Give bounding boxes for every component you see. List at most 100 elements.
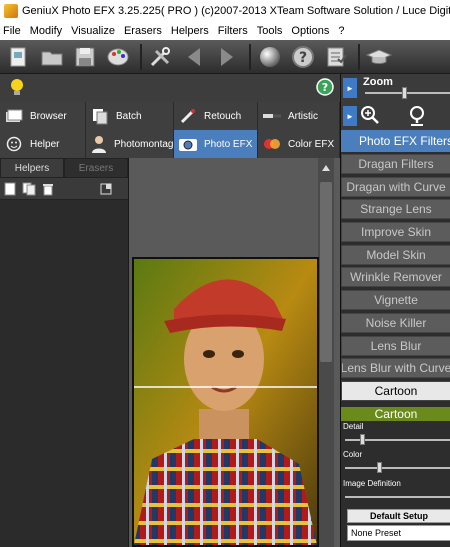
menu-helpers[interactable]: Helpers <box>171 25 209 37</box>
filter-noise-killer[interactable]: Noise Killer <box>341 312 450 333</box>
menu-modify[interactable]: Modify <box>30 25 62 37</box>
arrow-right-icon[interactable] <box>212 43 242 71</box>
filter-lens-blur-with-curve[interactable]: Lens Blur with Curve <box>341 358 450 379</box>
zoom-out-icon[interactable] <box>407 105 427 130</box>
menu-help[interactable]: ? <box>338 25 344 37</box>
help-green-icon[interactable]: ? <box>316 78 334 99</box>
main-toolbar: ? <box>0 40 450 74</box>
filter-wrinkle-remover[interactable]: Wrinkle Remover <box>341 267 450 288</box>
smiley-icon <box>4 134 24 154</box>
filters-header: Photo EFX Filters <box>341 130 450 152</box>
detail-label: Detail <box>343 422 364 431</box>
tab-browser[interactable]: Browser <box>0 102 86 130</box>
app-logo-icon <box>4 4 18 18</box>
scroll-up-icon[interactable] <box>322 162 330 174</box>
menu-options[interactable]: Options <box>291 25 329 37</box>
retouch-icon <box>178 106 198 126</box>
tips-row: ? <box>0 74 340 102</box>
menu-tools[interactable]: Tools <box>257 25 283 37</box>
filter-vignette[interactable]: Vignette <box>341 290 450 311</box>
menu-bar: File Modify Visualize Erasers Helpers Fi… <box>0 22 450 40</box>
tab-label: Browser <box>30 110 67 122</box>
menu-erasers[interactable]: Erasers <box>124 25 162 37</box>
tab-batch[interactable]: Batch <box>86 102 174 130</box>
tab-photomontage[interactable]: Photomontage <box>86 130 179 158</box>
tab-label: Artistic <box>288 110 318 122</box>
lightbulb-icon[interactable] <box>9 77 25 100</box>
filter-dragan-filters[interactable]: Dragan Filters <box>341 154 450 174</box>
tab-helpers[interactable]: Helpers <box>0 158 64 178</box>
filter-strange-lens[interactable]: Strange Lens <box>341 199 450 220</box>
zoom-label: Zoom <box>363 76 393 88</box>
filter-dragan-with-curve[interactable]: Dragan with Curve <box>341 176 450 197</box>
helpers-panel: Helpers Erasers <box>0 158 129 547</box>
right-panel: ► ► Zoom Photo EFX Filters Dragan Filter… <box>340 74 450 547</box>
tab-helper[interactable]: Helper <box>0 130 86 158</box>
new-doc-icon[interactable] <box>4 182 16 196</box>
tab-retouch[interactable]: Retouch <box>174 102 258 130</box>
window-title: GeniuX Photo EFX 3.25.225( PRO ) (c)2007… <box>22 5 450 17</box>
mode-tabs-row-1: Browser Batch Retouch Artistic <box>0 102 340 130</box>
checklist-icon[interactable] <box>321 43 351 71</box>
tab-label: Helper <box>30 138 60 150</box>
person-icon <box>90 134 108 154</box>
active-filter-title: Cartoon <box>341 407 450 421</box>
image-definition-slider[interactable] <box>345 496 450 498</box>
tab-label: Color EFX <box>288 138 335 150</box>
toolbar-separator <box>249 43 251 70</box>
zoom-in-icon[interactable] <box>360 105 380 128</box>
svg-text:?: ? <box>299 50 307 66</box>
tab-label: Batch <box>116 110 142 122</box>
tools-icon[interactable] <box>146 43 176 71</box>
zoom-expand-bottom-icon[interactable]: ► <box>343 106 357 126</box>
tab-label: Retouch <box>204 110 242 122</box>
artistic-brush-icon <box>262 106 282 126</box>
tab-color-efx[interactable]: Color EFX <box>258 130 340 158</box>
color-label: Color <box>343 450 363 459</box>
menu-visualize[interactable]: Visualize <box>71 25 115 37</box>
color-slider[interactable] <box>345 467 450 469</box>
filter-model-skin[interactable]: Model Skin <box>341 244 450 265</box>
tab-label: Photomontage <box>114 138 180 150</box>
sphere-icon[interactable] <box>255 43 285 71</box>
menu-file[interactable]: File <box>3 25 21 37</box>
copy-doc-icon[interactable] <box>22 182 36 196</box>
toolbar-separator <box>140 43 142 70</box>
vertical-scrollbar[interactable] <box>318 158 334 547</box>
panel-toggle-icon[interactable] <box>100 183 112 195</box>
save-icon[interactable] <box>70 43 100 71</box>
color-circles-icon <box>262 134 282 154</box>
svg-text:?: ? <box>322 81 328 94</box>
filter-lens-blur[interactable]: Lens Blur <box>341 335 450 356</box>
title-bar: GeniuX Photo EFX 3.25.225( PRO ) (c)2007… <box>0 0 450 22</box>
zoom-expand-top-icon[interactable]: ► <box>343 78 357 98</box>
zoom-slider[interactable] <box>365 92 450 94</box>
toolbar-separator <box>358 43 360 70</box>
scrollbar-thumb[interactable] <box>320 182 332 362</box>
trash-icon[interactable] <box>42 182 54 196</box>
tab-label: Photo EFX <box>204 138 253 150</box>
filter-improve-skin[interactable]: Improve Skin <box>341 222 450 243</box>
color-slider-thumb[interactable] <box>376 462 382 473</box>
new-image-icon[interactable] <box>4 43 34 71</box>
image-definition-label: Image Definition <box>343 479 401 488</box>
browser-icon <box>4 106 24 126</box>
tab-artistic[interactable]: Artistic <box>258 102 340 130</box>
zoom-area: ► ► Zoom <box>341 74 450 130</box>
preset-select[interactable]: None Preset <box>347 525 450 541</box>
filter-cartoon[interactable]: Cartoon <box>341 380 450 401</box>
default-setup-button[interactable]: Default Setup <box>347 509 450 523</box>
graduation-cap-icon[interactable] <box>364 43 394 71</box>
palette-icon[interactable] <box>103 43 133 71</box>
menu-filters[interactable]: Filters <box>218 25 248 37</box>
help-icon[interactable]: ? <box>288 43 318 71</box>
camera-icon <box>178 134 198 154</box>
batch-icon <box>90 106 110 126</box>
zoom-slider-thumb[interactable] <box>401 87 407 99</box>
detail-slider-thumb[interactable] <box>360 434 366 445</box>
tab-photo-efx[interactable]: Photo EFX <box>174 130 258 158</box>
open-folder-icon[interactable] <box>37 43 67 71</box>
mode-tabs-row-2: Helper Photomontage Photo EFX Color EFX <box>0 130 340 158</box>
arrow-left-icon[interactable] <box>179 43 209 71</box>
tab-erasers[interactable]: Erasers <box>64 158 128 178</box>
